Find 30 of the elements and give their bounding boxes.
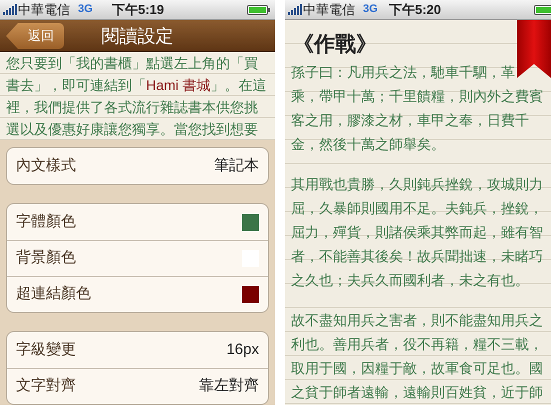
body-paragraph: 孫子曰：凡用兵之法，馳車千駟，革 乘，帶甲十萬；千里饋糧，則內外之費賓 客之用，膠漆之材，車甲之奉，日費千 金，然後十萬之師舉矣。 bbox=[291, 63, 543, 154]
color-swatch[interactable] bbox=[242, 214, 259, 230]
setting-value[interactable]: 16px bbox=[226, 338, 259, 362]
body-paragraph: 故不盡知用兵之害者，則不能盡知用兵之 利也。善用兵者，役不再籍，糧不三載， 取用于國，因糧于敵，故軍食可足也。國 之貧于師者遠輸，遠輸則百姓貧，近于師 bbox=[291, 311, 543, 402]
back-button[interactable]: 返回 bbox=[6, 23, 64, 49]
signal-icon bbox=[3, 4, 17, 15]
signal-icon bbox=[288, 4, 302, 15]
nav-title: 閱讀設定 bbox=[102, 26, 174, 44]
chapter-title: 《作戰》 bbox=[292, 32, 377, 58]
color-swatch[interactable] bbox=[242, 286, 259, 303]
setting-value[interactable]: 筆記本 bbox=[214, 154, 259, 178]
setting-label: 超連結顏色 bbox=[16, 284, 91, 304]
network-label: 3G bbox=[78, 4, 93, 15]
status-time: 下午5:20 bbox=[389, 3, 442, 16]
setting-label: 字級變更 bbox=[16, 340, 76, 360]
body-paragraph: 其用戰也貴勝，久則鈍兵挫銳，攻城則力 屈，久暴師則國用不足。夫鈍兵，挫銳， 屈力，殫貨，則諸侯乘其弊而起，雖有智 者，不能善其後矣！故兵聞拙速，未睹巧 之久也；夫兵久而國利者，未之有也。 bbox=[291, 175, 543, 290]
bookmark-ribbon-icon bbox=[517, 20, 551, 78]
store-link[interactable]: Hami 書城 bbox=[146, 77, 211, 93]
battery-icon bbox=[534, 5, 551, 15]
setting-label: 字體顏色 bbox=[16, 212, 76, 232]
setting-label: 背景顏色 bbox=[16, 248, 76, 268]
carrier-name: 中華電信 bbox=[18, 3, 70, 16]
carrier-name: 中華電信 bbox=[303, 3, 355, 16]
setting-value[interactable]: 靠左對齊 bbox=[199, 375, 259, 398]
network-label: 3G bbox=[363, 4, 378, 15]
setting-label: 文字對齊 bbox=[16, 376, 76, 396]
intro-paragraph: 您只要到「我的書櫃」點選左上角的「買 書去」，即可連結到「Hami 書城」。在這 裡，我們提供了各式流行雜誌書本供您挑 選以及優惠好康讓您獨享。當您找到想要 bbox=[6, 54, 267, 139]
status-time: 下午5:19 bbox=[112, 3, 164, 16]
battery-icon bbox=[247, 5, 270, 15]
setting-label: 內文樣式 bbox=[16, 156, 76, 176]
